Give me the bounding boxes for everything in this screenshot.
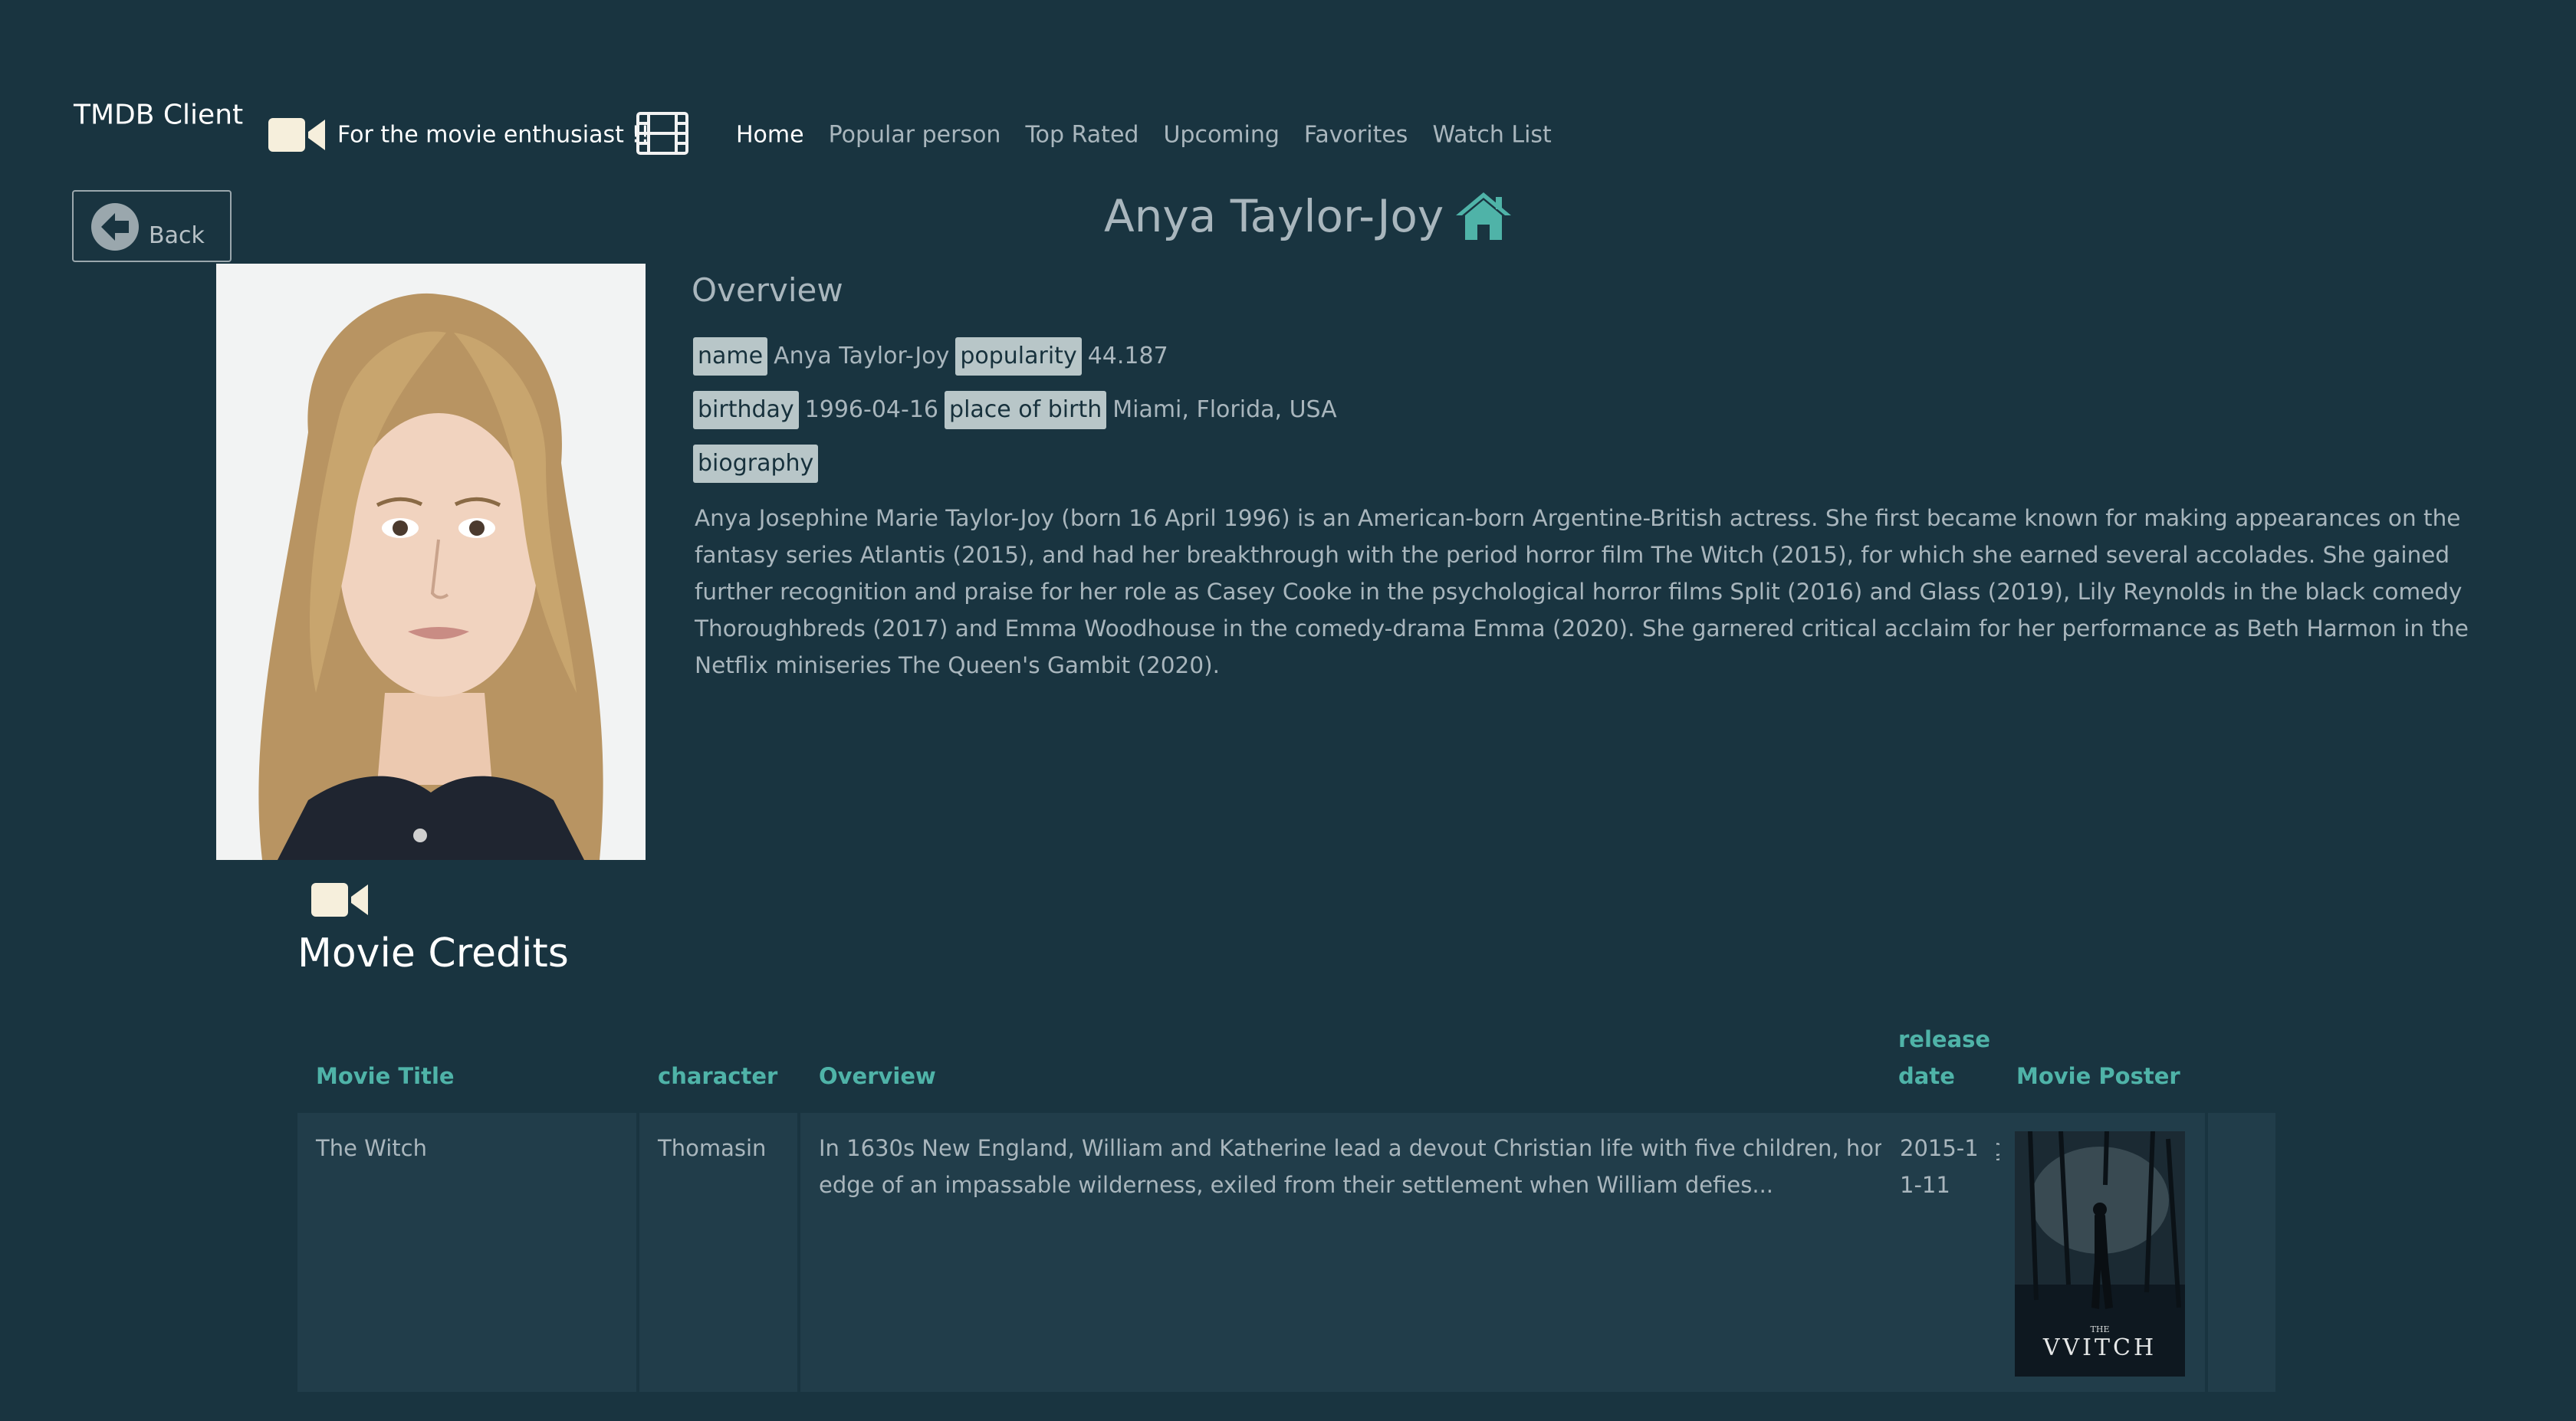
overview-heading: Overview (692, 271, 843, 309)
column-header-release-date[interactable]: release date (1898, 1021, 1998, 1094)
column-header-movie-poster[interactable]: Movie Poster (2016, 1058, 2180, 1094)
info-row-name-popularity: name Anya Taylor-Joy popularity 44.187 (693, 337, 1168, 376)
name-label: name (693, 337, 768, 376)
name-value: Anya Taylor-Joy (774, 343, 950, 369)
column-header-overview[interactable]: Overview (819, 1058, 936, 1094)
nav-link-watch-list[interactable]: Watch List (1432, 122, 1551, 149)
person-name-heading: Anya Taylor-Joy (1104, 190, 1444, 242)
navbar: TMDB Client For the movie enthusiast !! … (0, 0, 2576, 155)
nav-link-favorites[interactable]: Favorites (1304, 122, 1408, 149)
back-button-label: Back (149, 222, 205, 249)
person-portrait (216, 264, 646, 860)
back-button[interactable]: Back (72, 190, 232, 262)
movie-poster-image[interactable]: THE VVITCH (2015, 1131, 2185, 1377)
biography-label: biography (693, 445, 819, 483)
svg-text:VVITCH: VVITCH (2042, 1334, 2157, 1361)
page-title: Anya Taylor-Joy (1104, 190, 1513, 242)
column-header-character[interactable]: character (658, 1058, 777, 1094)
tagline: For the movie enthusiast !! (337, 121, 650, 149)
video-camera-icon (311, 881, 368, 918)
birthday-value: 1996-04-16 (804, 396, 939, 423)
place-of-birth-label: place of birth (945, 391, 1107, 429)
video-camera-icon (268, 117, 325, 153)
cell-movie-poster: THE VVITCH (1999, 1113, 2205, 1392)
home-icon[interactable] (1454, 191, 1513, 241)
info-row-biography: biography (693, 445, 819, 483)
cell-empty (2208, 1113, 2275, 1392)
table-row[interactable]: The Witch Thomasin In 1630s New England,… (297, 1113, 2275, 1392)
popularity-value: 44.187 (1087, 343, 1168, 369)
table-header: Movie Title character Overview release d… (297, 1007, 2275, 1108)
nav-link-popular-person[interactable]: Popular person (829, 122, 1001, 149)
info-row-birthday-birthplace: birthday 1996-04-16 place of birth Miami… (693, 391, 1337, 429)
nav-link-home[interactable]: Home (736, 122, 804, 149)
place-of-birth-value: Miami, Florida, USA (1112, 396, 1337, 423)
column-header-movie-title[interactable]: Movie Title (316, 1058, 455, 1094)
nav-link-top-rated[interactable]: Top Rated (1025, 122, 1138, 149)
nav-link-upcoming[interactable]: Upcoming (1163, 122, 1279, 149)
nav-links: Home Popular person Top Rated Upcoming F… (736, 122, 1552, 149)
cell-movie-title[interactable]: The Witch (297, 1113, 636, 1392)
film-icon (636, 112, 688, 155)
svg-text:THE: THE (2091, 1324, 2110, 1334)
movie-credits-heading: Movie Credits (297, 930, 569, 976)
brand-title[interactable]: TMDB Client (74, 100, 243, 131)
popularity-label: popularity (955, 337, 1082, 376)
cell-release-date: 2015-11-11 (1881, 1113, 1996, 1392)
biography-text: Anya Josephine Marie Taylor-Joy (born 16… (695, 505, 2469, 678)
birthday-label: birthday (693, 391, 799, 429)
arrow-left-circle-icon (90, 202, 140, 251)
cell-character: Thomasin (639, 1113, 797, 1392)
